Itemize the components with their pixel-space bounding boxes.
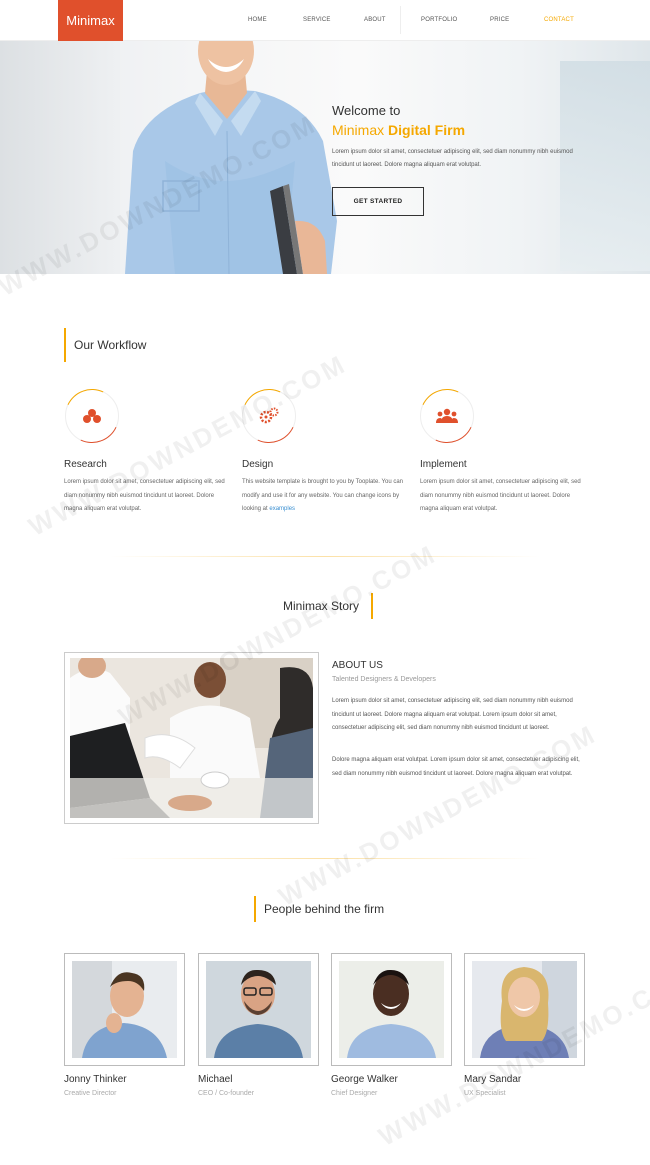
member-photo-1 <box>72 961 177 1058</box>
member-photo-3 <box>339 961 444 1058</box>
implement-icon-circle <box>412 381 482 451</box>
get-started-button[interactable]: GET STARTED <box>332 187 424 216</box>
about-title: ABOUT US <box>332 660 383 671</box>
team-card-3[interactable] <box>331 953 452 1066</box>
workflow-title: Our Workflow <box>74 338 147 352</box>
about-subtitle: Talented Designers & Developers <box>332 676 436 683</box>
team-title: People behind the firm <box>264 902 385 916</box>
logo[interactable]: Minimax <box>58 0 123 41</box>
research-icon-circle <box>57 381 127 451</box>
research-title: Research <box>64 459 107 470</box>
design-text-body: This website template is brought to you … <box>242 479 403 512</box>
hero-banner: Welcome to Minimax Digital Firm Lorem ip… <box>0 41 650 274</box>
users-icon <box>421 390 473 442</box>
story-image-frame <box>64 652 319 824</box>
divider-1 <box>110 556 540 557</box>
workflow-title-bar <box>64 328 66 362</box>
hero-bg-left <box>0 41 120 274</box>
about-paragraph-1: Lorem ipsum dolor sit amet, consectetuer… <box>332 698 573 731</box>
design-title: Design <box>242 459 274 470</box>
member-role-2: CEO / Co-founder <box>198 1090 255 1097</box>
research-text: Lorem ipsum dolor sit amet, consectetuer… <box>64 479 225 512</box>
design-text: This website template is brought to you … <box>242 476 412 517</box>
member-name-2: Michael <box>198 1074 233 1085</box>
member-name-4: Mary Sandar <box>464 1074 522 1085</box>
watermark-4: WWW.DOWNDEMO.COM <box>273 718 602 912</box>
nav-portfolio[interactable]: PORTFOLIO <box>421 0 457 41</box>
team-card-2[interactable] <box>198 953 319 1066</box>
nav-contact[interactable]: CONTACT <box>544 0 574 41</box>
hero-welcome: Welcome to <box>332 103 401 118</box>
member-name-3: George Walker <box>331 1074 398 1085</box>
member-name-1: Jonny Thinker <box>64 1074 127 1085</box>
gears-icon <box>243 390 295 442</box>
team-card-1[interactable] <box>64 953 185 1066</box>
implement-title: Implement <box>420 459 467 470</box>
team-card-4[interactable] <box>464 953 585 1066</box>
member-photo-4 <box>472 961 577 1058</box>
hero-title-strong: Digital Firm <box>388 122 466 138</box>
story-title-bar <box>371 593 373 619</box>
nav-price[interactable]: PRICE <box>490 0 509 41</box>
member-role-3: Chief Designer <box>331 1090 378 1097</box>
team-title-bar <box>254 896 256 922</box>
member-role-1: Creative Director <box>64 1090 117 1097</box>
hero-title: Minimax Digital Firm <box>332 122 592 138</box>
stack-icon <box>66 390 118 442</box>
story-title: Minimax Story <box>283 599 360 613</box>
hero-man-image <box>125 41 337 274</box>
top-nav: Minimax HOME SERVICE ABOUT PORTFOLIO PRI… <box>0 0 650 41</box>
divider-2 <box>110 858 540 859</box>
about-paragraph-2: Dolore magna aliquam erat volutpat. Lore… <box>332 757 580 777</box>
nav-service[interactable]: SERVICE <box>303 0 331 41</box>
nav-about[interactable]: ABOUT <box>364 0 386 41</box>
nav-home[interactable]: HOME <box>248 0 267 41</box>
member-role-4: UX Specialist <box>464 1090 506 1097</box>
member-photo-2 <box>206 961 311 1058</box>
design-icon-circle <box>234 381 304 451</box>
hero-title-brand: Minimax <box>332 122 385 138</box>
nav-divider <box>400 6 401 34</box>
hero-description: Lorem ipsum dolor sit amet, consectetuer… <box>332 149 573 168</box>
examples-link[interactable]: examples <box>269 506 295 512</box>
meeting-photo <box>70 658 313 818</box>
hero-text: Welcome to Minimax Digital Firm Lorem ip… <box>332 103 592 216</box>
implement-text: Lorem ipsum dolor sit amet, consectetuer… <box>420 479 581 512</box>
